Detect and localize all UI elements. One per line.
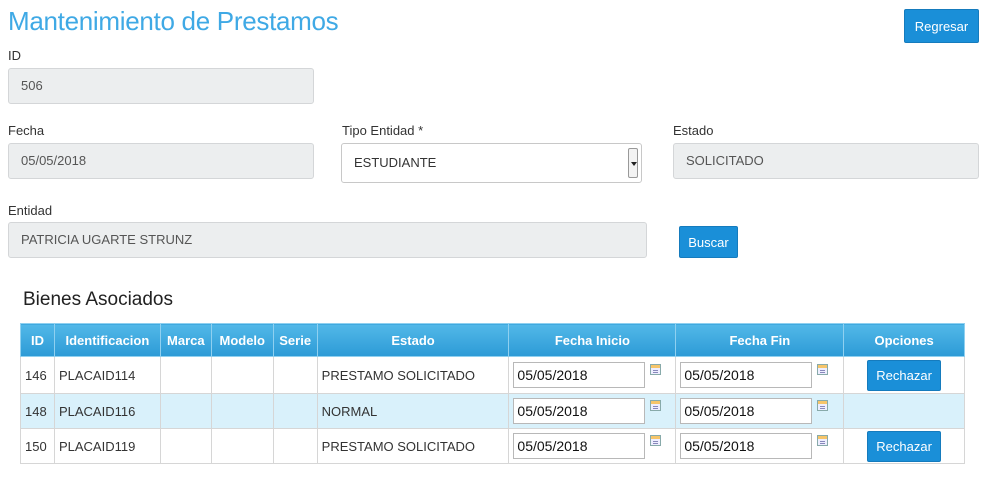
cell-estado: PRESTAMO SOLICITADO <box>316 428 510 464</box>
calendar-icon[interactable] <box>650 435 662 446</box>
rechazar-button[interactable]: Rechazar <box>867 430 942 462</box>
fecha-fin-input[interactable]: 05/05/2018 <box>680 398 813 424</box>
calendar-icon[interactable] <box>817 400 829 411</box>
tipo-entidad-label: Tipo Entidad * <box>342 123 424 138</box>
cell-marca <box>159 393 212 429</box>
cell-fecha-inicio: 05/05/2018 <box>508 393 677 429</box>
cell-opciones: Rechazar <box>843 428 965 464</box>
id-field[interactable]: 506 <box>8 68 314 104</box>
cell-estado: NORMAL <box>316 393 510 429</box>
fecha-fin-input[interactable]: 05/05/2018 <box>680 362 813 388</box>
cell-modelo <box>210 393 274 429</box>
calendar-icon[interactable] <box>650 400 662 411</box>
fecha-inicio-input[interactable]: 05/05/2018 <box>513 433 646 459</box>
cell-marca <box>159 428 212 464</box>
cell-serie <box>272 356 318 394</box>
buscar-button[interactable]: Buscar <box>679 226 738 258</box>
cell-identificacion: PLACAID114 <box>53 356 161 394</box>
cell-identificacion: PLACAID119 <box>53 428 161 464</box>
cell-serie <box>272 428 318 464</box>
cell-opciones <box>843 393 965 429</box>
cell-fecha-inicio: 05/05/2018 <box>508 428 677 464</box>
estado-label: Estado <box>673 123 714 138</box>
cell-modelo <box>210 428 274 464</box>
estado-field[interactable]: SOLICITADO <box>673 143 979 179</box>
bienes-table: ID Identificacion Marca Modelo Serie Est… <box>20 323 965 464</box>
table-row: 146 PLACAID114 PRESTAMO SOLICITADO 05/05… <box>20 356 965 394</box>
col-fecha-inicio: Fecha Inicio <box>508 323 677 357</box>
regresar-button[interactable]: Regresar <box>904 9 979 43</box>
col-id: ID <box>20 323 55 357</box>
id-label: ID <box>8 48 21 63</box>
col-modelo: Modelo <box>210 323 274 357</box>
col-fecha-fin: Fecha Fin <box>675 323 845 357</box>
cell-fecha-fin: 05/05/2018 <box>675 356 845 394</box>
cell-opciones: Rechazar <box>843 356 965 394</box>
col-serie: Serie <box>272 323 318 357</box>
chevron-down-icon[interactable] <box>628 148 638 178</box>
calendar-icon[interactable] <box>817 435 829 446</box>
cell-id: 150 <box>20 428 55 464</box>
fecha-inicio-input[interactable]: 05/05/2018 <box>513 398 646 424</box>
table-row: 150 PLACAID119 PRESTAMO SOLICITADO 05/05… <box>20 428 965 464</box>
cell-marca <box>159 356 212 394</box>
cell-serie <box>272 393 318 429</box>
fecha-label: Fecha <box>8 123 45 138</box>
fecha-inicio-input[interactable]: 05/05/2018 <box>513 362 646 388</box>
cell-id: 148 <box>20 393 55 429</box>
table-header-row: ID Identificacion Marca Modelo Serie Est… <box>20 323 965 357</box>
cell-modelo <box>210 356 274 394</box>
cell-fecha-inicio: 05/05/2018 <box>508 356 677 394</box>
cell-identificacion: PLACAID116 <box>53 393 161 429</box>
cell-fecha-fin: 05/05/2018 <box>675 428 845 464</box>
col-estado: Estado <box>316 323 510 357</box>
cell-fecha-fin: 05/05/2018 <box>675 393 845 429</box>
tipo-entidad-select[interactable]: ESTUDIANTE <box>341 143 642 183</box>
calendar-icon[interactable] <box>817 364 829 375</box>
page-title: Mantenimiento de Prestamos <box>8 6 339 36</box>
fecha-field[interactable]: 05/05/2018 <box>8 143 314 179</box>
calendar-icon[interactable] <box>650 364 662 375</box>
entidad-field[interactable]: PATRICIA UGARTE STRUNZ <box>8 222 647 258</box>
col-opciones: Opciones <box>843 323 965 357</box>
fecha-fin-input[interactable]: 05/05/2018 <box>680 433 813 459</box>
cell-id: 146 <box>20 356 55 394</box>
table-row: 148 PLACAID116 NORMAL 05/05/2018 05/05/2… <box>20 393 965 429</box>
col-identificacion: Identificacion <box>53 323 161 357</box>
tipo-entidad-value: ESTUDIANTE <box>354 155 437 170</box>
entidad-label: Entidad <box>8 203 53 218</box>
rechazar-button[interactable]: Rechazar <box>867 359 942 391</box>
cell-estado: PRESTAMO SOLICITADO <box>316 356 510 394</box>
col-marca: Marca <box>159 323 212 357</box>
page: Mantenimiento de Prestamos Regresar ID 5… <box>0 0 986 491</box>
section-title: Bienes Asociados <box>23 289 173 310</box>
